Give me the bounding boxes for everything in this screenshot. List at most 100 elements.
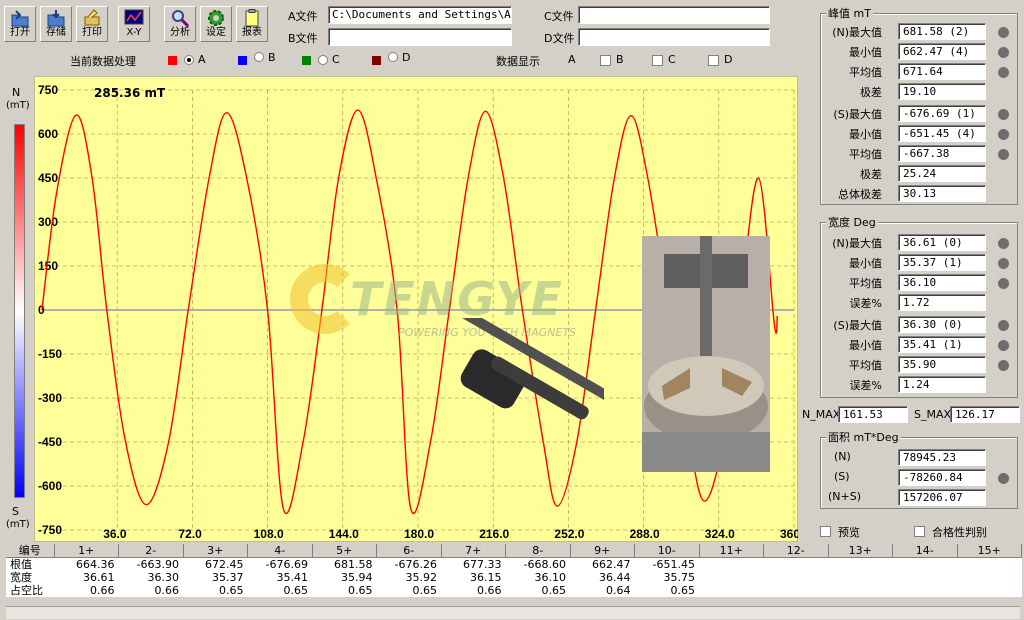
table-header-cell: 13+ xyxy=(828,544,893,558)
save-button[interactable]: 存储 xyxy=(40,6,72,42)
width-n-err-label: 误差% xyxy=(849,297,882,310)
y-tick-label: 600 xyxy=(38,127,58,141)
width-n-min-label: 最小值 xyxy=(849,257,882,270)
a-file-label: A文件 xyxy=(288,10,318,23)
x-tick-label: 288.0 xyxy=(630,527,660,541)
peak-s-min-indicator xyxy=(998,129,1009,140)
table-header-cell: 6- xyxy=(376,544,442,558)
table-header-cell: 11+ xyxy=(699,544,764,558)
table-cell: 0.64 xyxy=(570,584,635,597)
print-label: 打印 xyxy=(82,27,102,38)
peak-s-min-label: 最小值 xyxy=(849,128,882,141)
display-b-checkbox[interactable] xyxy=(600,55,611,66)
table-header-cell: 8- xyxy=(505,544,571,558)
table-cell xyxy=(699,584,764,597)
x-tick-label: 72.0 xyxy=(178,527,202,541)
display-label: 数据显示 xyxy=(496,55,540,68)
area-s-label: (S) xyxy=(834,470,850,483)
width-s-max-value: 36.30 (0) xyxy=(898,316,986,333)
peak-n-min-indicator xyxy=(998,47,1009,58)
radio-d[interactable] xyxy=(388,52,398,62)
display-c-checkbox[interactable] xyxy=(652,55,663,66)
xy-button[interactable]: X-Y xyxy=(118,6,150,42)
table-cell xyxy=(763,584,828,597)
y-tick-label: 750 xyxy=(38,83,58,97)
analyze-icon xyxy=(172,10,190,27)
xy-chart-icon xyxy=(124,9,144,25)
n-axis-label: N xyxy=(12,86,21,99)
width-n-max-indicator xyxy=(998,238,1009,249)
open-icon xyxy=(11,10,29,27)
c-file-label: C文件 xyxy=(544,10,574,23)
table-cell: 681.58 xyxy=(312,557,377,571)
qualify-checkbox[interactable] xyxy=(914,526,925,537)
preview-checkbox[interactable] xyxy=(820,526,831,537)
x-tick-label: 252.0 xyxy=(554,527,584,541)
peak-s-max-value: -676.69 (1) xyxy=(898,105,986,122)
table-cell xyxy=(892,571,957,584)
settings-gear-icon xyxy=(208,10,224,26)
display-d-checkbox[interactable] xyxy=(708,55,719,66)
y-tick-label: -150 xyxy=(38,347,62,361)
table-cell: 35.92 xyxy=(376,571,441,584)
table-header-cell: 10- xyxy=(634,544,700,558)
area-group-title: 面积 mT*Deg xyxy=(826,429,901,445)
table-row-label: 根值 xyxy=(6,557,54,571)
table-cell: 664.36 xyxy=(54,557,119,571)
display-c-label: C xyxy=(668,53,676,66)
table-cell xyxy=(828,584,893,597)
radio-c[interactable] xyxy=(318,55,328,65)
xy-label: X-Y xyxy=(126,27,142,38)
table-horizontal-scrollbar[interactable] xyxy=(6,606,1020,619)
peak-group-title: 峰值 mT xyxy=(826,5,873,21)
radio-b-label: B xyxy=(268,51,276,64)
series-d-swatch xyxy=(372,56,381,65)
series-c-swatch xyxy=(302,56,311,65)
x-tick-label: 36.0 xyxy=(103,527,127,541)
peak-total-range-label: 总体极差 xyxy=(838,188,882,201)
y-tick-label: 450 xyxy=(38,171,58,185)
width-s-max-label: (S)最大值 xyxy=(833,319,882,332)
analyze-button[interactable]: 分析 xyxy=(164,6,196,42)
a-file-field[interactable]: C:\Documents and Settings\Ad xyxy=(328,6,512,24)
settings-button[interactable]: 设定 xyxy=(200,6,232,42)
table-cell xyxy=(828,557,893,571)
table-cell: 0.66 xyxy=(441,584,506,597)
peak-s-avg-indicator xyxy=(998,149,1009,160)
x-tick-label: 108.0 xyxy=(254,527,284,541)
peak-n-min-label: 最小值 xyxy=(849,46,882,59)
s-max-label: S_MAX xyxy=(914,408,952,421)
print-button[interactable]: 打印 xyxy=(76,6,108,42)
processing-label: 当前数据处理 xyxy=(70,55,136,68)
table-row[interactable]: 根值 664.36 -663.90 672.45 -676.69 681.58 -676.2… xyxy=(6,557,1022,571)
c-file-field[interactable] xyxy=(578,6,770,24)
width-n-avg-label: 平均值 xyxy=(849,277,882,290)
peak-n-max-indicator xyxy=(998,27,1009,38)
table-header-cell: 14- xyxy=(892,544,958,558)
cursor-readout: 285.36 mT xyxy=(94,86,166,100)
open-button[interactable]: 打开 xyxy=(4,6,36,42)
s-max-value: 126.17 xyxy=(950,406,1020,423)
table-cell: 35.94 xyxy=(312,571,377,584)
results-table[interactable]: 编号 1+ 2- 3+ 4- 5+ 6- 7+ 8- 9+ 10- 11+ 12- 13+ 14- 15+ 根… xyxy=(6,544,1022,597)
report-button[interactable]: 报表 xyxy=(236,6,268,42)
peak-n-max-label: (N)最大值 xyxy=(832,26,882,39)
table-header-cell: 15+ xyxy=(957,544,1022,558)
table-cell xyxy=(699,571,764,584)
radio-a[interactable] xyxy=(184,55,194,65)
table-header-cell: 4- xyxy=(247,544,313,558)
peak-s-max-indicator xyxy=(998,109,1009,120)
area-s-indicator xyxy=(998,473,1009,484)
table-row[interactable]: 宽度 36.61 36.30 35.37 35.41 35.94 35.92 36.15 36.… xyxy=(6,571,1022,584)
radio-b[interactable] xyxy=(254,52,264,62)
table-row[interactable]: 占空比 0.66 0.66 0.65 0.65 0.65 0.65 0.66 0.65 0.64 0… xyxy=(6,584,1022,597)
table-cell xyxy=(892,557,957,571)
width-n-min-value: 35.37 (1) xyxy=(898,254,986,271)
d-file-field[interactable] xyxy=(578,28,770,46)
x-tick-label: 360.0 xyxy=(780,527,798,541)
b-file-field[interactable] xyxy=(328,28,512,46)
table-row-label: 占空比 xyxy=(6,584,54,597)
table-cell xyxy=(763,571,828,584)
print-icon xyxy=(84,9,100,26)
save-label: 存储 xyxy=(46,27,66,38)
